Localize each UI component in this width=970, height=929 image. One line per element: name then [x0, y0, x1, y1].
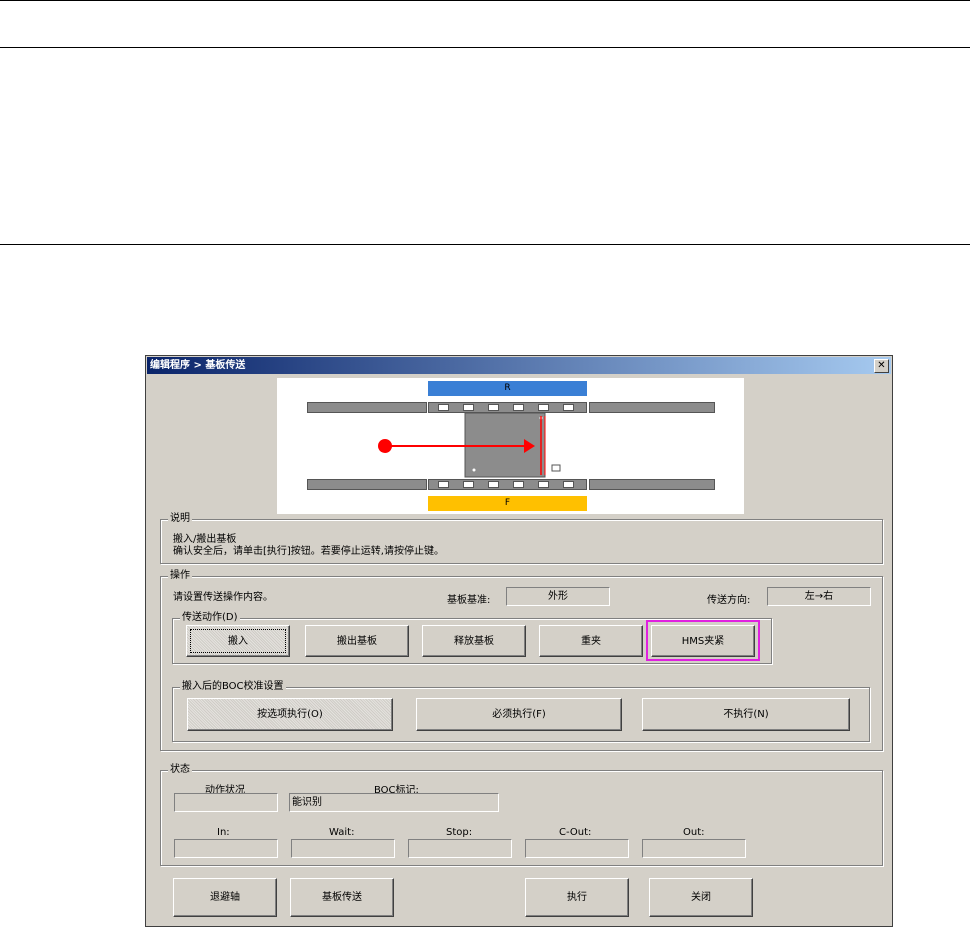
transfer-action-group: 传送动作(D) 搬入 搬出基板 释放基板 重夹 HMS夹紧	[172, 612, 772, 664]
focus-indicator	[190, 629, 286, 653]
description-title: 说明	[168, 513, 192, 525]
board-transfer-label: 基板传送	[322, 892, 362, 903]
sensor-label-stop: Stop:	[446, 827, 473, 838]
sensor-field-stop	[408, 839, 512, 858]
sensor-field-out	[642, 839, 746, 858]
hms-clamp-highlight	[646, 620, 760, 661]
sensor-label-in: In:	[217, 827, 230, 838]
board-ref-label: 基板基准:	[447, 595, 491, 606]
sensor-field-in	[174, 839, 278, 858]
description-group: 说明 搬入/搬出基板 确认安全后，请单击[执行]按钮。若要停止运转,请按停止键。	[160, 513, 883, 564]
do-not-execute-button[interactable]: 不执行(N)	[642, 698, 850, 731]
unload-board-button[interactable]: 搬出基板	[305, 625, 409, 657]
transfer-action-title: 传送动作(D)	[180, 612, 240, 624]
reclamp-label: 重夹	[581, 635, 601, 647]
sensor-label-c-out: C-Out:	[559, 827, 592, 838]
sensor-mark	[551, 464, 561, 472]
release-board-button[interactable]: 释放基板	[422, 625, 526, 657]
sensor-field-c-out	[525, 839, 629, 858]
status-title: 状态	[168, 764, 192, 776]
do-not-execute-label: 不执行(N)	[723, 709, 769, 720]
reclamp-button[interactable]: 重夹	[539, 625, 643, 657]
top-rule	[0, 0, 970, 1]
board-hole	[472, 468, 476, 472]
status-group: 状态 动作状况 BOC标记: 能识别 In: Wait: Stop: C-Out…	[160, 764, 883, 866]
sensor-field-wait	[291, 839, 395, 858]
board-transfer-button[interactable]: 基板传送	[290, 878, 394, 917]
sensor-label-wait: Wait:	[329, 827, 355, 838]
operation-prompt: 请设置传送操作内容。	[173, 592, 273, 603]
description-line2: 确认安全后，请单击[执行]按钮。若要停止运转,请按停止键。	[173, 546, 444, 557]
conveyor-diagram: R F	[277, 378, 744, 514]
board-transfer-dialog: 编辑程序 > 基板传送 ✕ R F 说明 搬入/搬出基板 确认安全后，请单击[执…	[145, 355, 893, 927]
must-execute-button[interactable]: 必须执行(F)	[416, 698, 622, 731]
action-status-field	[174, 793, 278, 812]
board-ref-field: 外形	[506, 587, 610, 606]
section-rule	[0, 244, 970, 245]
execute-label: 执行	[567, 892, 587, 903]
sensor-label-out: Out:	[683, 827, 705, 838]
operation-title: 操作	[168, 570, 192, 582]
retract-axis-button[interactable]: 退避轴	[173, 878, 277, 917]
close-label: 关闭	[691, 892, 711, 903]
close-button[interactable]: 关闭	[649, 878, 753, 917]
execute-button[interactable]: 执行	[525, 878, 629, 917]
release-board-label: 释放基板	[454, 635, 494, 647]
unload-board-label: 搬出基板	[337, 635, 377, 647]
title-bar: 编辑程序 > 基板传送 ✕	[147, 357, 891, 374]
execute-by-option-label: 按选项执行(O)	[257, 709, 323, 720]
boc-calibration-title: 搬入后的BOC校准设置	[180, 681, 286, 693]
retract-axis-label: 退避轴	[210, 892, 240, 903]
must-execute-label: 必须执行(F)	[492, 709, 546, 720]
operation-group: 操作 请设置传送操作内容。 基板基准: 外形 传送方向: 左→右 传送动作(D)…	[160, 570, 883, 751]
close-icon[interactable]: ✕	[874, 359, 889, 373]
boc-mark-field: 能识别	[289, 793, 499, 812]
direction-field: 左→右	[767, 587, 871, 606]
direction-label: 传送方向:	[707, 595, 751, 606]
execute-by-option-button[interactable]: 按选项执行(O)	[187, 698, 393, 731]
header-rule	[0, 47, 970, 48]
board-diagram-graphic	[378, 412, 561, 478]
boc-calibration-group: 搬入后的BOC校准设置 按选项执行(O) 必须执行(F) 不执行(N)	[172, 681, 870, 742]
window-title: 编辑程序 > 基板传送	[150, 360, 246, 371]
